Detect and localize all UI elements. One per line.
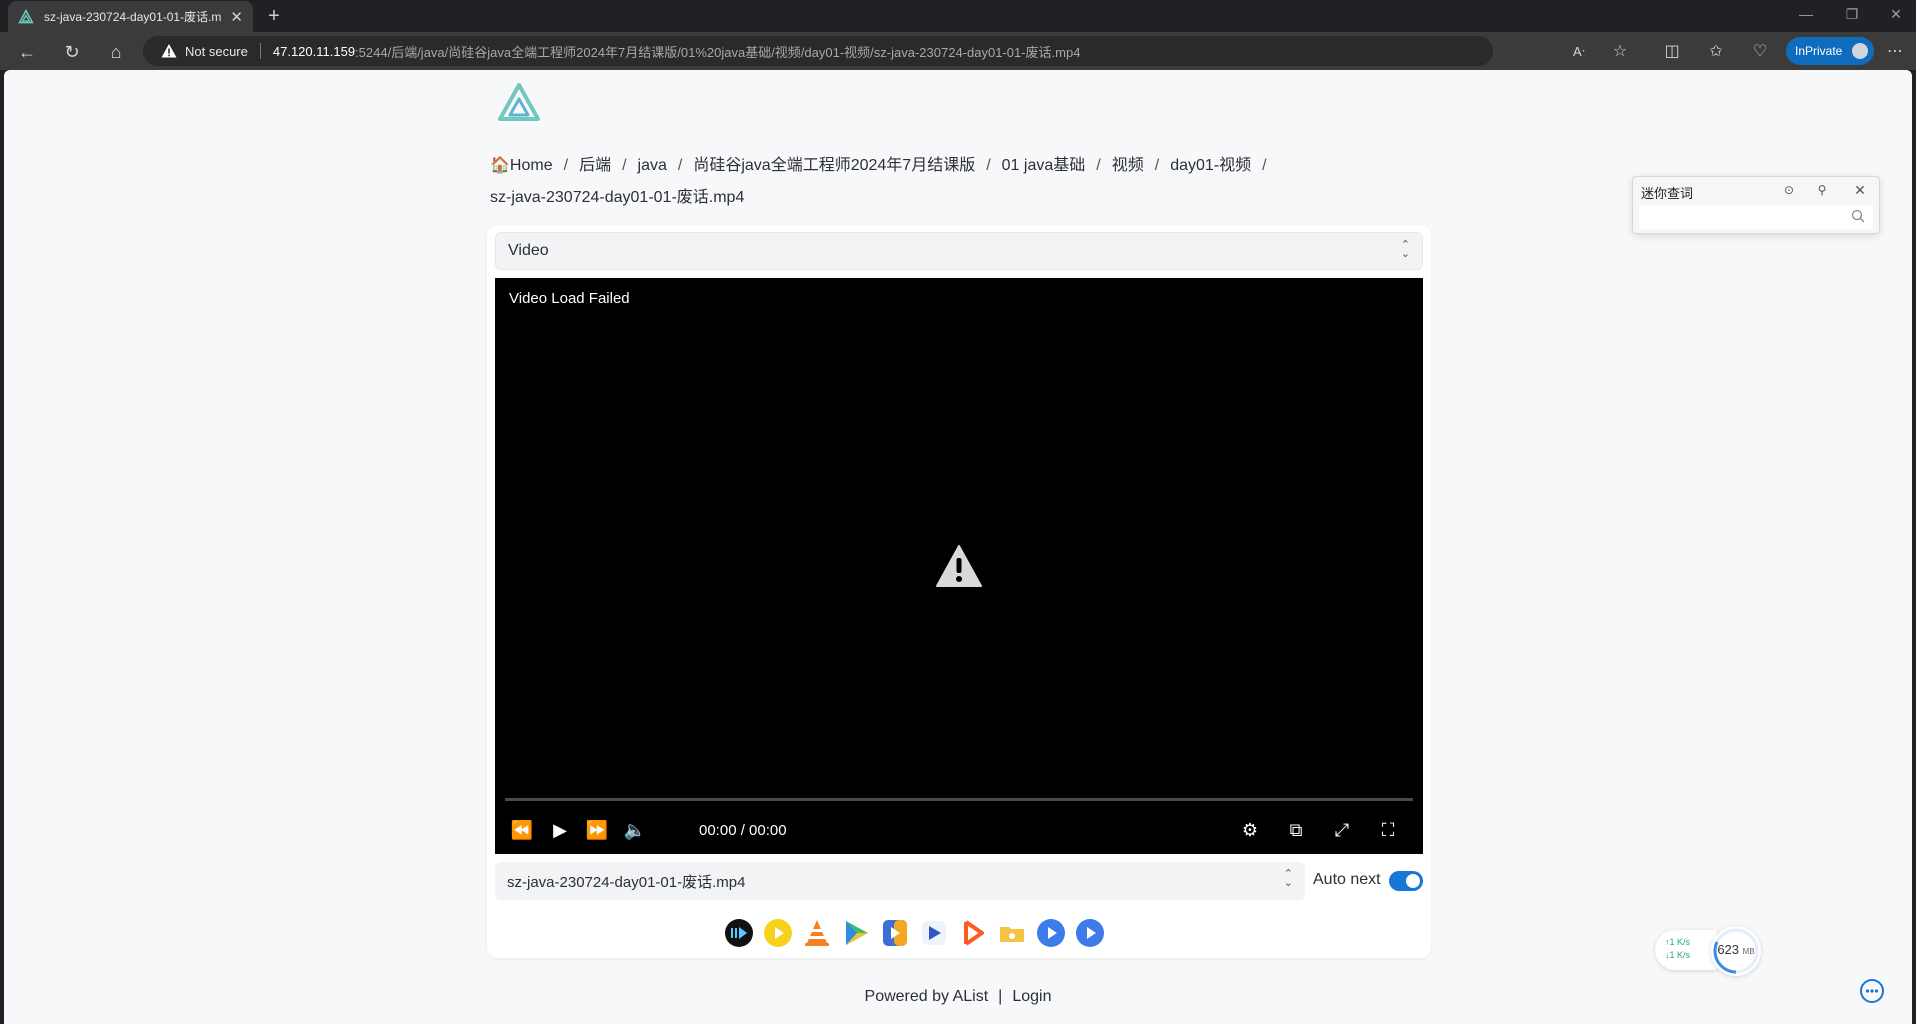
- memory-number: 623: [1717, 942, 1740, 957]
- memory-gauge[interactable]: 623 MB: [1711, 926, 1761, 976]
- breadcrumb-separator: /: [677, 157, 683, 174]
- alist-logo[interactable]: [496, 82, 542, 122]
- breadcrumb-item[interactable]: 尚硅谷java全端工程师2024年7月结课版: [693, 157, 975, 174]
- progress-bar[interactable]: [505, 798, 1413, 801]
- select-chevron-icon: ⌃ ⌄: [1283, 868, 1293, 889]
- omniplayer-icon[interactable]: [880, 918, 910, 948]
- breadcrumb-separator: /: [563, 157, 569, 174]
- url-divider: [259, 43, 261, 59]
- back-icon[interactable]: ←: [16, 41, 38, 63]
- figplayer-icon[interactable]: [919, 918, 949, 948]
- picture-in-picture-icon[interactable]: ⧉: [1283, 817, 1309, 843]
- tab-close-icon[interactable]: ✕: [230, 8, 243, 26]
- profile-avatar: [1850, 41, 1871, 61]
- inprivate-button[interactable]: InPrivate: [1786, 37, 1874, 65]
- infuse-icon[interactable]: [958, 918, 988, 948]
- read-aloud-icon[interactable]: Aᐧ: [1568, 41, 1590, 63]
- more-menu-icon[interactable]: ⋯: [1884, 41, 1906, 63]
- breadcrumb-item[interactable]: java: [638, 157, 667, 174]
- auto-next-label: Auto next: [1313, 871, 1381, 888]
- browser-tab[interactable]: sz-java-230724-day01-01-废话.mp4 ✕: [8, 1, 253, 32]
- fullscreen-icon[interactable]: ⛶: [1375, 817, 1401, 843]
- breadcrumb-home[interactable]: 🏠Home: [490, 157, 553, 174]
- pin-icon[interactable]: ⚲: [1813, 181, 1831, 199]
- refresh-icon[interactable]: ↻: [61, 41, 83, 63]
- mx-player-pro-icon[interactable]: [1036, 918, 1066, 948]
- network-speeds: ↑1 K/s ↓1 K/s: [1655, 930, 1717, 970]
- download-speed: ↓1 K/s: [1665, 950, 1691, 960]
- iina-icon[interactable]: [724, 918, 754, 948]
- url-host: 47.120.11.159: [272, 43, 356, 59]
- breadcrumb: 🏠Home / 后端 / java / 尚硅谷java全端工程师2024年7月结课版 / 01 …: [490, 150, 1310, 214]
- favorite-star-icon[interactable]: ☆: [1609, 41, 1631, 63]
- footer: Powered by AList | Login: [4, 988, 1912, 1006]
- breadcrumb-item[interactable]: day01-视频: [1170, 157, 1251, 174]
- potplayer-icon[interactable]: [763, 918, 793, 948]
- new-tab-button[interactable]: +: [262, 4, 286, 28]
- fast-forward-icon[interactable]: ⏩: [584, 817, 610, 843]
- footer-separator: |: [998, 988, 1003, 1005]
- inprivate-label: InPrivate: [1795, 44, 1843, 58]
- mini-dictionary-widget: 迷你查词 ⊙ ⚲ ✕: [1632, 176, 1880, 234]
- breadcrumb-item[interactable]: 01 java基础: [1002, 157, 1086, 174]
- rewind-icon[interactable]: ⏪: [509, 817, 535, 843]
- url-field[interactable]: Not secure 47.120.11.159 :5244/后端/java/尚…: [143, 36, 1493, 66]
- memory-value: 623 MB: [1711, 942, 1761, 957]
- settings-icon[interactable]: ⊙: [1780, 181, 1798, 199]
- playlist-current-file: sz-java-230724-day01-01-废话.mp4: [507, 873, 746, 891]
- browser-essentials-icon[interactable]: ♡: [1749, 41, 1771, 63]
- breadcrumb-item[interactable]: 视频: [1112, 157, 1144, 174]
- warning-icon: [161, 44, 177, 58]
- url-path: :5244/后端/java/尚硅谷java全端工程师2024年7月结课版/01%…: [355, 44, 1081, 60]
- minimize-icon[interactable]: —: [1796, 6, 1816, 22]
- breadcrumb-item[interactable]: 后端: [579, 157, 611, 174]
- play-icon[interactable]: ▶: [547, 817, 573, 843]
- favorites-icon[interactable]: ✩: [1705, 41, 1727, 63]
- powered-by-link[interactable]: Powered by AList: [865, 988, 989, 1005]
- alist-logo-icon: [18, 8, 34, 23]
- breadcrumb-separator: /: [1262, 157, 1267, 174]
- mini-dictionary-title: 迷你查词: [1641, 186, 1694, 201]
- not-secure-label[interactable]: Not secure: [185, 44, 248, 59]
- chat-bubble-icon[interactable]: [1859, 978, 1885, 1004]
- browser-tab-bar: sz-java-230724-day01-01-废话.mp4 ✕ + — ❐ ✕: [0, 0, 1916, 32]
- login-link[interactable]: Login: [1012, 988, 1051, 1005]
- preview-mode-value: Video: [508, 242, 549, 259]
- memory-unit: MB: [1742, 947, 1755, 956]
- volume-icon[interactable]: 🔈: [622, 817, 648, 843]
- restore-icon[interactable]: ❐: [1842, 6, 1862, 23]
- window-close-icon[interactable]: ✕: [1886, 6, 1906, 23]
- video-player[interactable]: Video Load Failed ⏪ ▶ ⏩ 🔈 00:00 / 00:00 …: [495, 278, 1423, 854]
- video-error-text: Video Load Failed: [509, 290, 630, 307]
- time-display: 00:00 / 00:00: [699, 822, 787, 839]
- mx-player-icon[interactable]: [997, 918, 1027, 948]
- tab-title: sz-java-230724-day01-01-废话.mp4: [44, 10, 223, 24]
- upload-speed: ↑1 K/s: [1665, 937, 1691, 947]
- settings-gear-icon[interactable]: ⚙: [1237, 817, 1263, 843]
- home-icon[interactable]: ⌂: [105, 41, 127, 63]
- search-icon[interactable]: [1851, 209, 1865, 223]
- auto-next-toggle[interactable]: [1389, 871, 1423, 891]
- nplayer-icon[interactable]: [841, 918, 871, 948]
- breadcrumb-separator: /: [622, 157, 627, 174]
- close-icon[interactable]: ✕: [1851, 181, 1869, 199]
- breadcrumb-current[interactable]: sz-java-230724-day01-01-废话.mp4: [490, 189, 744, 206]
- select-chevron-icon: ⌃ ⌄: [1400, 239, 1410, 260]
- mini-dictionary-input[interactable]: [1639, 205, 1873, 229]
- warning-icon: [936, 545, 982, 587]
- vlc-icon[interactable]: [802, 918, 832, 948]
- web-fullscreen-icon[interactable]: ⤢: [1329, 817, 1355, 843]
- breadcrumb-separator: /: [986, 157, 991, 174]
- breadcrumb-separator: /: [1154, 157, 1160, 174]
- preview-card: Video ⌃ ⌄ Video Load Failed ⏪ ▶ ⏩ 🔈 00:00…: [487, 225, 1431, 958]
- fileball-icon[interactable]: [1075, 918, 1105, 948]
- split-screen-icon[interactable]: ◫: [1661, 41, 1683, 63]
- breadcrumb-separator: /: [1096, 157, 1101, 174]
- playlist-select[interactable]: sz-java-230724-day01-01-废话.mp4 ⌃ ⌄: [495, 862, 1305, 900]
- page-content: 🏠Home / 后端 / java / 尚硅谷java全端工程师2024年7月结课版 / 01 …: [4, 70, 1912, 1024]
- preview-mode-select[interactable]: Video ⌃ ⌄: [495, 232, 1423, 270]
- address-bar: ← ↻ ⌂ Not secure 47.120.11.159 :5244/后端/…: [0, 32, 1916, 70]
- network-monitor-widget: ↑1 K/s ↓1 K/s 623 MB: [1655, 926, 1763, 976]
